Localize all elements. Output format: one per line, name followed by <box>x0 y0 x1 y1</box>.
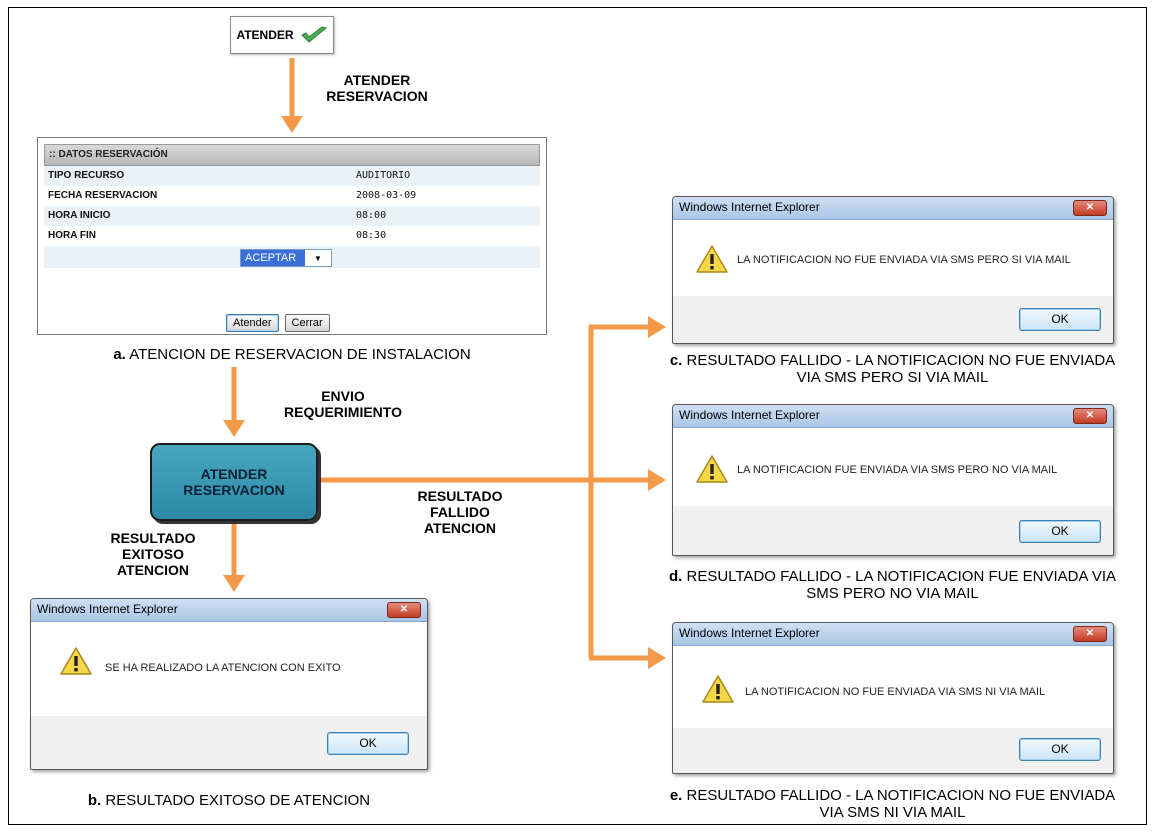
dialog-title-bar: Windows Internet Explorer ✕ <box>673 405 1113 428</box>
dialog-message: SE HA REALIZADO LA ATENCION CON EXITO <box>105 662 341 674</box>
caption-e: e. RESULTADO FALLIDO - LA NOTIFICACION N… <box>669 787 1116 821</box>
atender-button-label: ATENDER <box>236 28 294 42</box>
warning-icon <box>696 455 728 483</box>
dialog-body: LA NOTIFICACION NO FUE ENVIADA VIA SMS N… <box>673 646 1113 728</box>
form-header: :: DATOS RESERVACIÓN <box>44 144 540 166</box>
dialog-message: LA NOTIFICACION NO FUE ENVIADA VIA SMS P… <box>737 254 1071 266</box>
reservation-form: :: DATOS RESERVACIÓN TIPO RECURSO AUDITO… <box>37 137 547 335</box>
caption-prefix: c. <box>669 352 683 369</box>
form-value: 08:00 <box>356 210 387 221</box>
accept-select[interactable]: ACEPTAR ▼ <box>240 249 332 267</box>
caption-prefix: d. <box>668 568 683 585</box>
dialog-b: Windows Internet Explorer ✕ SE HA REALIZ… <box>30 598 428 770</box>
close-button[interactable]: Cerrar <box>284 314 330 332</box>
warning-icon <box>702 675 734 703</box>
dialog-body: LA NOTIFICACION FUE ENVIADA VIA SMS PERO… <box>673 428 1113 506</box>
dialog-title: Windows Internet Explorer <box>37 602 178 616</box>
edge-label-envio-requerimiento: ENVIO REQUERIMIENTO <box>284 388 402 420</box>
edge-label-resultado-exitoso: RESULTADO EXITOSO ATENCION <box>110 530 196 578</box>
process-atender-reservacion: ATENDER RESERVACION <box>150 443 318 521</box>
caption-prefix: a. <box>113 346 126 363</box>
process-label: ATENDER RESERVACION <box>183 466 285 498</box>
warning-icon <box>696 245 728 273</box>
close-icon[interactable]: ✕ <box>1073 408 1107 424</box>
caption-prefix: b. <box>87 792 102 809</box>
form-label: HORA FIN <box>48 230 96 241</box>
atender-button[interactable]: ATENDER <box>230 16 334 54</box>
form-row-hora-fin: HORA FIN 08:30 <box>44 226 540 246</box>
form-label: TIPO RECURSO <box>48 170 125 181</box>
warning-icon <box>60 647 92 675</box>
close-icon[interactable]: ✕ <box>1073 626 1107 642</box>
ok-button[interactable]: OK <box>1019 520 1101 543</box>
dialog-body: LA NOTIFICACION NO FUE ENVIADA VIA SMS P… <box>673 220 1113 296</box>
caption-prefix: e. <box>669 787 683 804</box>
dialog-title-bar: Windows Internet Explorer ✕ <box>31 599 427 622</box>
dialog-e: Windows Internet Explorer ✕ LA NOTIFICAC… <box>672 622 1114 774</box>
caption-d: d. RESULTADO FALLIDO - LA NOTIFICACION F… <box>668 568 1117 602</box>
dialog-title: Windows Internet Explorer <box>679 626 820 640</box>
dialog-d: Windows Internet Explorer ✕ LA NOTIFICAC… <box>672 404 1114 556</box>
edge-label-atender-reservacion: ATENDER RESERVACION <box>326 72 428 104</box>
caption-a: a. ATENCION DE RESERVACION DE INSTALACIO… <box>113 346 471 363</box>
dialog-title-bar: Windows Internet Explorer ✕ <box>673 197 1113 220</box>
form-row-hora-inicio: HORA INICIO 08:00 <box>44 206 540 226</box>
chevron-down-icon[interactable]: ▼ <box>305 250 331 266</box>
caption-c: c. RESULTADO FALLIDO - LA NOTIFICACION N… <box>669 352 1116 386</box>
form-row-fecha: FECHA RESERVACION 2008-03-09 <box>44 186 540 206</box>
caption-b: b. RESULTADO EXITOSO DE ATENCION <box>87 792 371 809</box>
form-buttons: Atender Cerrar <box>226 314 330 332</box>
dialog-title: Windows Internet Explorer <box>679 200 820 214</box>
dialog-title: Windows Internet Explorer <box>679 408 820 422</box>
dialog-message: LA NOTIFICACION FUE ENVIADA VIA SMS PERO… <box>737 464 1058 476</box>
accept-row: ACEPTAR ▼ <box>44 246 540 268</box>
dialog-c: Windows Internet Explorer ✕ LA NOTIFICAC… <box>672 196 1114 344</box>
close-icon[interactable]: ✕ <box>1073 200 1107 216</box>
form-value: 08:30 <box>356 230 387 241</box>
form-label: FECHA RESERVACION <box>48 190 158 201</box>
dialog-body: SE HA REALIZADO LA ATENCION CON EXITO <box>31 622 427 716</box>
form-value: AUDITORIO <box>356 170 411 181</box>
ok-button[interactable]: OK <box>327 732 409 755</box>
check-icon <box>300 26 327 43</box>
dialog-message: LA NOTIFICACION NO FUE ENVIADA VIA SMS N… <box>745 686 1046 698</box>
dialog-title-bar: Windows Internet Explorer ✕ <box>673 623 1113 646</box>
ok-button[interactable]: OK <box>1019 308 1101 331</box>
form-value: 2008-03-09 <box>356 190 417 201</box>
close-icon[interactable]: ✕ <box>387 602 421 618</box>
attend-button[interactable]: Atender <box>226 314 279 332</box>
edge-label-resultado-fallido: RESULTADO FALLIDO ATENCION <box>417 488 503 536</box>
ok-button[interactable]: OK <box>1019 738 1101 761</box>
accept-select-value: ACEPTAR <box>241 250 305 266</box>
form-row-tipo-recurso: TIPO RECURSO AUDITORIO <box>44 166 540 186</box>
form-label: HORA INICIO <box>48 210 111 221</box>
